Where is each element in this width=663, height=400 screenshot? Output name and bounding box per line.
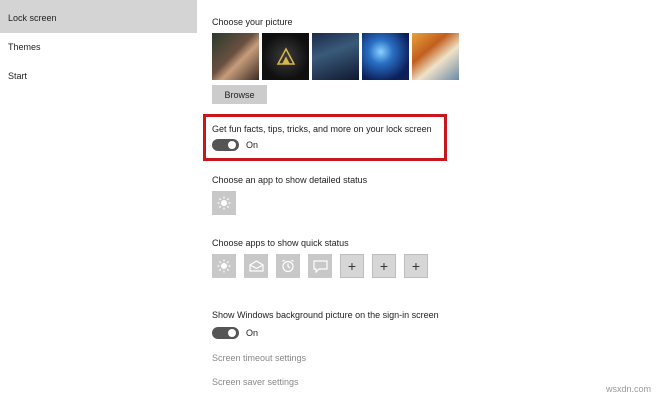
quick-status-add-slot-2[interactable]: + — [372, 254, 396, 278]
screen-timeout-settings-link[interactable]: Screen timeout settings — [212, 353, 306, 363]
toggle-knob — [228, 329, 236, 337]
detailed-status-app-weather[interactable] — [212, 191, 236, 215]
messaging-icon — [312, 259, 328, 273]
triforce-icon — [276, 46, 295, 65]
sidebar-item-themes[interactable]: Themes — [0, 33, 197, 62]
picture-thumbnail-5[interactable] — [412, 33, 459, 80]
quick-status-add-slot-1[interactable]: + — [340, 254, 364, 278]
sidebar-item-lock-screen[interactable]: Lock screen — [0, 0, 197, 33]
quick-status-app-messaging[interactable] — [308, 254, 332, 278]
alarm-icon — [282, 259, 294, 273]
plus-icon: + — [379, 258, 389, 274]
signin-background-toggle[interactable] — [212, 327, 239, 339]
signin-background-state: On — [246, 328, 259, 338]
picture-thumbnails — [212, 33, 459, 80]
picture-thumbnail-4[interactable] — [362, 33, 409, 80]
sidebar: Lock screen Themes Start — [0, 0, 197, 400]
quick-status-add-slot-3[interactable]: + — [404, 254, 428, 278]
quick-status-heading: Choose apps to show quick status — [212, 238, 349, 248]
picture-heading: Choose your picture — [212, 17, 293, 27]
signin-background-toggle-row: On — [212, 327, 258, 339]
quick-status-apps: + + + — [212, 254, 428, 278]
picture-thumbnail-1[interactable] — [212, 33, 259, 80]
main-content: Choose your picture Browse Get fun facts… — [212, 0, 663, 400]
screen-saver-settings-link[interactable]: Screen saver settings — [212, 377, 299, 387]
weather-icon — [217, 259, 231, 273]
annotation-highlight-box — [203, 114, 447, 161]
picture-thumbnail-3[interactable] — [312, 33, 359, 80]
watermark: wsxdn.com — [605, 384, 651, 394]
weather-icon — [217, 196, 231, 210]
mail-icon — [248, 260, 264, 272]
detailed-status-apps — [212, 191, 236, 215]
quick-status-app-alarm[interactable] — [276, 254, 300, 278]
plus-icon: + — [411, 258, 421, 274]
quick-status-app-weather[interactable] — [212, 254, 236, 278]
detailed-status-heading: Choose an app to show detailed status — [212, 175, 368, 185]
plus-icon: + — [347, 258, 357, 274]
quick-status-app-mail[interactable] — [244, 254, 268, 278]
browse-button[interactable]: Browse — [212, 85, 267, 104]
signin-background-label: Show Windows background picture on the s… — [212, 310, 439, 320]
sidebar-item-start[interactable]: Start — [0, 62, 197, 91]
picture-thumbnail-2[interactable] — [262, 33, 309, 80]
